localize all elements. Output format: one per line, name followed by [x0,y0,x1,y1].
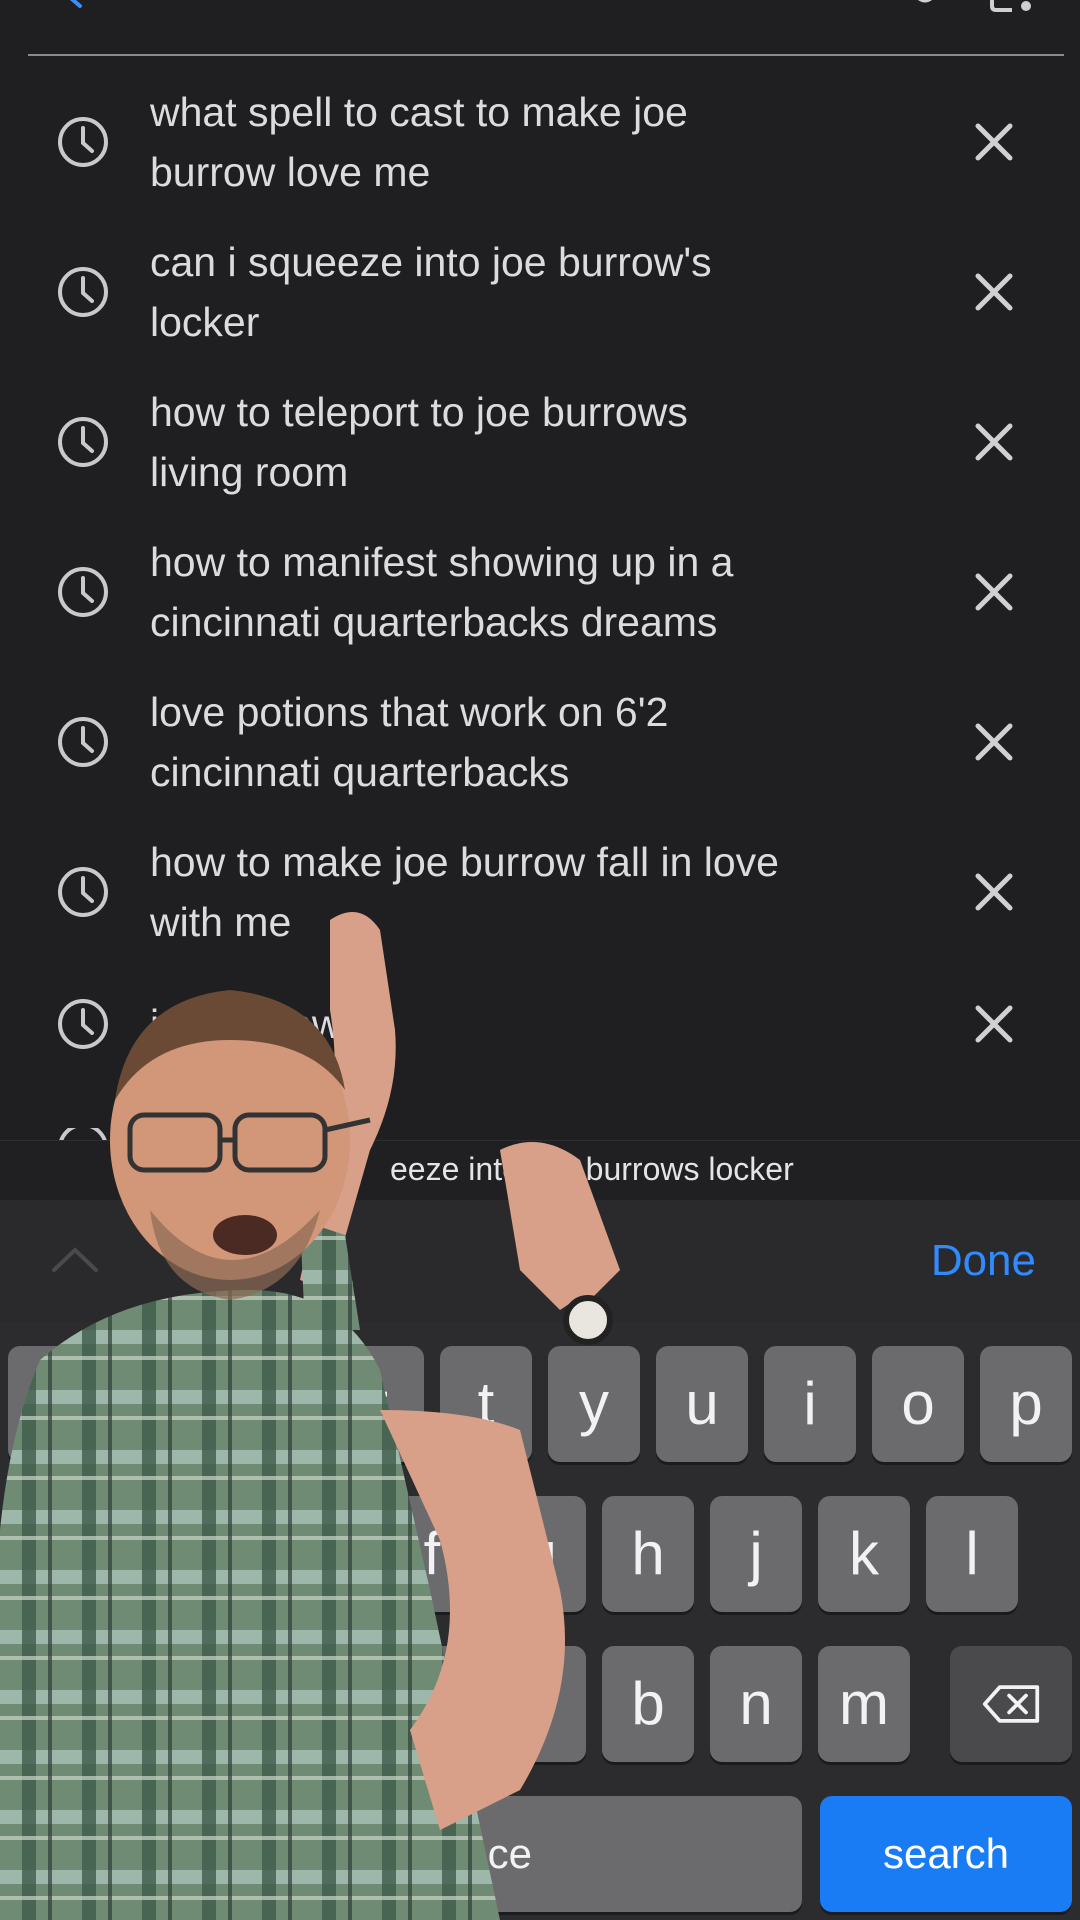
remove-history-icon[interactable] [972,1002,1016,1046]
key-u[interactable]: u [656,1346,748,1462]
key-p[interactable]: p [980,1346,1072,1462]
back-arrow-icon[interactable] [60,0,88,8]
key-i[interactable]: i [764,1346,856,1462]
history-text: what spell to cast to make joe burrow lov… [150,89,688,195]
person-overlay-image [0,912,620,1920]
history-clock-icon [58,417,108,467]
remove-history-icon[interactable] [972,570,1016,614]
history-item[interactable]: love potions that work on 6'2 cincinnati … [0,672,1080,812]
key-j[interactable]: j [710,1496,802,1612]
camera-lens-icon[interactable] [988,0,1032,12]
search-button[interactable]: search [820,1796,1072,1912]
history-clock-icon [58,567,108,617]
key-k[interactable]: k [818,1496,910,1612]
key-l[interactable]: l [926,1496,1018,1612]
history-text: how to manifest showing up in a cincinnat… [150,539,734,645]
microphone-icon[interactable] [910,0,940,10]
remove-history-icon[interactable] [972,420,1016,464]
history-text: can i squeeze into joe burrow's locker [150,239,712,345]
history-clock-icon [58,117,108,167]
remove-history-icon[interactable] [972,870,1016,914]
history-clock-icon [58,717,108,767]
search-divider [28,54,1064,56]
key-n[interactable]: n [710,1646,802,1762]
history-text: love potions that work on 6'2 cincinnati … [150,689,669,795]
top-bar [0,0,1080,56]
history-item[interactable]: what spell to cast to make joe burrow lov… [0,72,1080,212]
history-item[interactable]: how to teleport to joe burrows living roo… [0,372,1080,512]
backspace-icon [982,1685,1040,1723]
remove-history-icon[interactable] [972,120,1016,164]
key-m[interactable]: m [818,1646,910,1762]
done-button[interactable]: Done [931,1236,1036,1286]
backspace-key[interactable] [950,1646,1072,1762]
history-text: how to teleport to joe burrows living roo… [150,389,688,495]
history-item[interactable]: can i squeeze into joe burrow's locker [0,222,1080,362]
remove-history-icon[interactable] [972,270,1016,314]
history-item[interactable]: how to manifest showing up in a cincinnat… [0,522,1080,662]
key-o[interactable]: o [872,1346,964,1462]
history-clock-icon [58,267,108,317]
remove-history-icon[interactable] [972,720,1016,764]
